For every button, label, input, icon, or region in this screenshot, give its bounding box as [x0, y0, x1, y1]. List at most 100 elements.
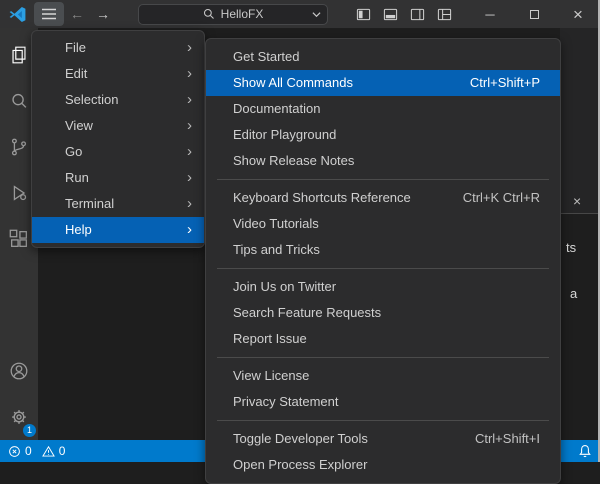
settings-badge: 1: [23, 424, 36, 437]
menu-item-label: Toggle Developer Tools: [233, 426, 368, 452]
menu-item-keyboard-shortcuts-reference[interactable]: Keyboard Shortcuts Reference Ctrl+K Ctrl…: [206, 185, 560, 211]
menu-item-view[interactable]: View ›: [32, 113, 204, 139]
command-center-text: HelloFX: [221, 7, 264, 21]
menu-item-label: Selection: [65, 92, 118, 107]
menu-item-show-release-notes[interactable]: Show Release Notes: [206, 148, 560, 174]
command-center-search[interactable]: HelloFX: [138, 4, 328, 25]
menu-item-label: Go: [65, 144, 82, 159]
title-bar: ← → HelloFX: [0, 0, 600, 28]
search-icon: [8, 90, 30, 112]
toggle-sidebar-button[interactable]: [350, 2, 377, 26]
editor-text-fragment: ts: [566, 240, 576, 255]
account-button[interactable]: [0, 348, 38, 394]
explorer-icon: [8, 44, 30, 66]
menu-item-label: Show Release Notes: [233, 148, 354, 174]
customize-layout-icon: [437, 7, 452, 22]
menu-item-label: Editor Playground: [233, 122, 336, 148]
menu-item-help[interactable]: Help ›: [32, 217, 204, 243]
chevron-right-icon: ›: [187, 217, 192, 243]
toggle-panel-button[interactable]: [377, 2, 404, 26]
maximize-button[interactable]: [512, 0, 556, 28]
error-icon: [8, 445, 21, 458]
hamburger-menu-button[interactable]: [34, 2, 64, 26]
menu-item-label: Get Started: [233, 44, 299, 70]
menu-item-label: Privacy Statement: [233, 389, 339, 415]
chevron-right-icon: ›: [187, 191, 192, 217]
menu-item-label: Documentation: [233, 96, 320, 122]
menu-item-show-all-commands[interactable]: Show All Commands Ctrl+Shift+P: [206, 70, 560, 96]
menu-item-documentation[interactable]: Documentation: [206, 96, 560, 122]
maximize-icon: [530, 10, 539, 19]
shortcut-label: Ctrl+K Ctrl+R: [463, 185, 540, 211]
menu-item-file[interactable]: File ›: [32, 35, 204, 61]
menu-item-label: Search Feature Requests: [233, 300, 381, 326]
menu-item-view-license[interactable]: View License: [206, 363, 560, 389]
menu-item-run[interactable]: Run ›: [32, 165, 204, 191]
problems-status[interactable]: 0 0: [8, 444, 71, 458]
menu-item-go[interactable]: Go ›: [32, 139, 204, 165]
editor-right-strip: × ts a: [560, 28, 600, 440]
toggle-secondary-sidebar-icon: [410, 7, 425, 22]
toggle-sidebar-icon: [356, 7, 371, 22]
notifications-bell-button[interactable]: [578, 444, 592, 458]
warning-count: 0: [59, 444, 66, 458]
help-submenu: Get Started Show All Commands Ctrl+Shift…: [205, 38, 561, 484]
search-icon: [203, 8, 215, 20]
menu-item-label: View: [65, 118, 93, 133]
menu-item-video-tutorials[interactable]: Video Tutorials: [206, 211, 560, 237]
warning-icon: [42, 445, 55, 458]
menu-item-label: Video Tutorials: [233, 211, 319, 237]
menu-item-label: Keyboard Shortcuts Reference: [233, 185, 411, 211]
menu-item-editor-playground[interactable]: Editor Playground: [206, 122, 560, 148]
toggle-panel-icon: [383, 7, 398, 22]
menu-item-label: Run: [65, 170, 89, 185]
hamburger-icon: [42, 8, 56, 20]
shortcut-label: Ctrl+Shift+P: [470, 70, 540, 96]
editor-text-fragment: a: [570, 286, 577, 301]
navigate-forward-button[interactable]: →: [90, 2, 116, 26]
vscode-logo-icon: [0, 5, 34, 24]
menu-item-edit[interactable]: Edit ›: [32, 61, 204, 87]
tab-close-button[interactable]: ×: [573, 194, 581, 208]
menu-item-label: Edit: [65, 66, 87, 81]
menu-item-get-started[interactable]: Get Started: [206, 44, 560, 70]
chevron-right-icon: ›: [187, 35, 192, 61]
toggle-secondary-sidebar-button[interactable]: [404, 2, 431, 26]
account-icon: [8, 360, 30, 382]
menu-item-search-feature-requests[interactable]: Search Feature Requests: [206, 300, 560, 326]
menu-item-join-us-on-twitter[interactable]: Join Us on Twitter: [206, 274, 560, 300]
menu-item-terminal[interactable]: Terminal ›: [32, 191, 204, 217]
menu-separator: [217, 268, 549, 269]
menu-item-toggle-developer-tools[interactable]: Toggle Developer Tools Ctrl+Shift+I: [206, 426, 560, 452]
settings-gear-button[interactable]: 1: [0, 394, 38, 440]
customize-layout-button[interactable]: [431, 2, 458, 26]
chevron-right-icon: ›: [187, 113, 192, 139]
menu-item-label: View License: [233, 363, 309, 389]
menu-item-report-issue[interactable]: Report Issue: [206, 326, 560, 352]
chevron-right-icon: ›: [187, 165, 192, 191]
menu-item-open-process-explorer[interactable]: Open Process Explorer: [206, 452, 560, 478]
close-window-button[interactable]: ×: [556, 0, 600, 28]
chevron-down-icon: [312, 11, 321, 18]
menu-item-tips-and-tricks[interactable]: Tips and Tricks: [206, 237, 560, 263]
menu-item-label: Terminal: [65, 196, 114, 211]
bell-icon: [578, 444, 592, 458]
shortcut-label: Ctrl+Shift+I: [475, 426, 540, 452]
editor-tab-area: ×: [560, 28, 600, 214]
editor-content-fragment: ts a: [560, 214, 600, 440]
layout-controls: [350, 2, 458, 26]
menu-separator: [217, 357, 549, 358]
main-menu-dropdown: File › Edit › Selection › View › Go › Ru…: [31, 30, 205, 248]
menu-item-label: Join Us on Twitter: [233, 274, 336, 300]
menu-item-label: Open Process Explorer: [233, 452, 367, 478]
run-debug-icon: [8, 182, 30, 204]
menu-separator: [217, 179, 549, 180]
menu-item-label: File: [65, 40, 86, 55]
navigate-back-button[interactable]: ←: [64, 2, 90, 26]
menu-item-selection[interactable]: Selection ›: [32, 87, 204, 113]
chevron-right-icon: ›: [187, 139, 192, 165]
minimize-button[interactable]: ─: [468, 0, 512, 28]
close-icon: ×: [573, 6, 583, 23]
menu-item-privacy-statement[interactable]: Privacy Statement: [206, 389, 560, 415]
menu-item-label: Help: [65, 222, 92, 237]
